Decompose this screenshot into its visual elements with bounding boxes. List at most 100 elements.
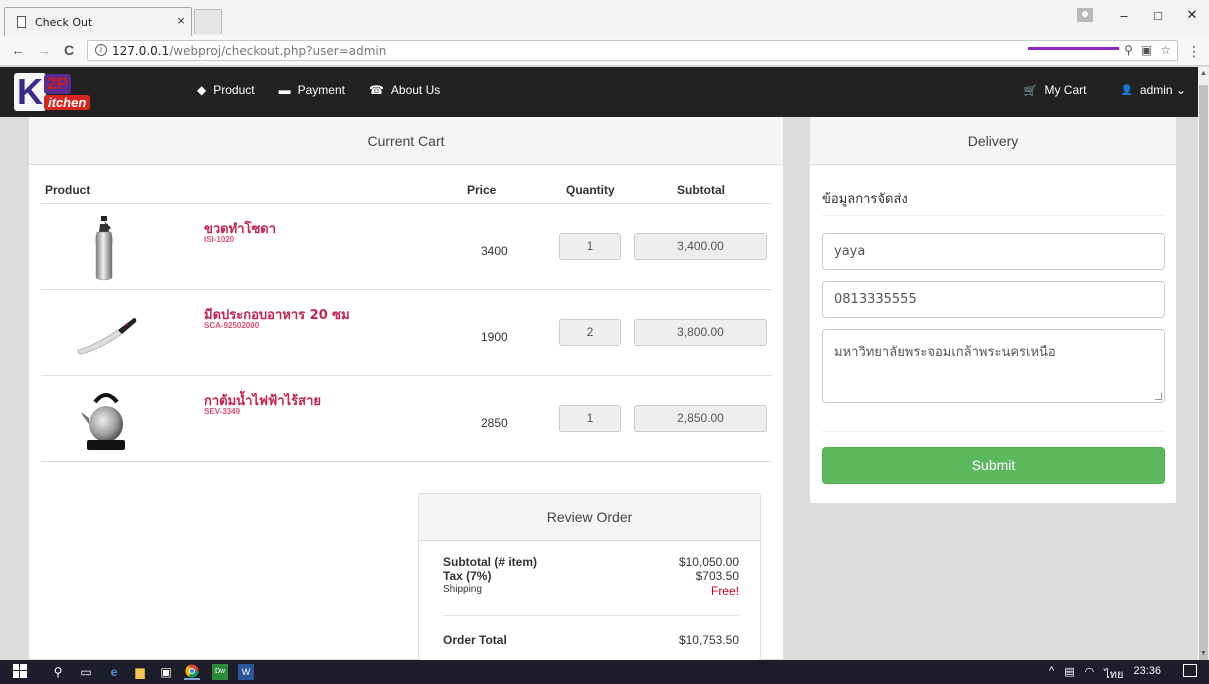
window-controls: – □ ✕ [1077, 0, 1209, 30]
review-subtotal-row: Subtotal (# item) $10,050.00 [443, 555, 739, 569]
tray-up-icon[interactable]: ^ [1049, 665, 1054, 683]
quantity-input[interactable]: 2 [559, 319, 621, 346]
delivery-info-heading: ข้อมูลการจัดส่ง [822, 192, 908, 207]
new-tab-button[interactable] [194, 9, 222, 34]
tag-icon: ◆ [197, 83, 207, 97]
wifi-icon[interactable]: ◠ [1085, 665, 1095, 683]
notifications-icon[interactable] [1183, 664, 1197, 677]
product-price: 1900 [481, 330, 508, 344]
close-tab-icon[interactable]: × [177, 13, 185, 28]
browser-menu-icon[interactable]: ⋮ [1187, 43, 1201, 60]
nav-link-label: My Cart [1044, 83, 1087, 97]
windows-start-icon[interactable] [12, 664, 28, 680]
chrome-icon[interactable] [184, 664, 200, 680]
subtotal-field: 3,800.00 [634, 319, 767, 346]
electric-kettle-image [81, 393, 125, 450]
nav-link-my-cart[interactable]: 🛒 My Cart [1024, 83, 1087, 97]
submit-button[interactable]: Submit [822, 447, 1165, 484]
nav-link-product[interactable]: ◆ Product [197, 83, 255, 97]
close-window-button[interactable]: ✕ [1175, 7, 1209, 23]
page-scrollbar[interactable]: ▲ ▼ [1198, 67, 1209, 660]
edge-browser-icon[interactable]: e [106, 664, 122, 680]
kitchen-knife-image [77, 318, 137, 355]
nav-link-label: Payment [297, 83, 345, 97]
back-arrow-icon[interactable]: ← [11, 42, 25, 58]
address-textarea[interactable]: มหาวิทยาลัยพระจอมเกล้าพระนครเหนือ [822, 329, 1165, 403]
product-price: 2850 [481, 416, 508, 430]
nav-right: 🛒 My Cart 👤 admin ⌄ [1024, 83, 1186, 97]
maximize-button[interactable]: □ [1141, 8, 1175, 23]
review-subtotal-label: Subtotal (# item) [443, 555, 538, 569]
user-icon: 👤 [1120, 84, 1133, 96]
nav-link-about-us[interactable]: ☎ About Us [369, 83, 440, 97]
scroll-thumb[interactable] [1199, 85, 1208, 660]
quantity-input[interactable]: 1 [559, 233, 621, 260]
forward-arrow-icon[interactable]: → [37, 42, 51, 58]
scroll-up-icon[interactable]: ▲ [1200, 70, 1207, 77]
page-icon [17, 16, 26, 28]
clock[interactable]: 23:36 [1133, 665, 1161, 683]
review-subtotal-value: $10,050.00 [678, 555, 739, 569]
review-order-panel: Review Order Subtotal (# item) $10,050.0… [418, 493, 761, 660]
word-icon[interactable]: W [238, 664, 254, 680]
review-tax-label: Tax (7%) [443, 569, 492, 583]
column-header-quantity: Quantity [566, 183, 615, 197]
review-tax-row: Tax (7%) $703.50 [443, 569, 739, 583]
table-row: กาต้มน้ำไฟฟ้าไร้สาย SEV-3349 2850 1 2,85… [41, 376, 772, 462]
system-tray: ^ ▤ ◠ ไทย 23:36 [1049, 665, 1161, 683]
order-total-value: $10,753.50 [678, 633, 739, 647]
input-language[interactable]: ไทย [1104, 665, 1123, 683]
product-sku: SCA-92502000 [204, 321, 260, 330]
browser-tab[interactable]: Check Out × [4, 7, 192, 36]
review-shipping-row: Shipping Free! [443, 584, 739, 598]
zoom-icon[interactable]: ⚲ [1124, 43, 1133, 57]
task-view-icon[interactable]: ▭ [78, 664, 94, 680]
search-icon[interactable]: ⚲ [50, 664, 66, 680]
product-sku: ISI-1020 [204, 235, 235, 244]
windows-taskbar: ⚲ ▭ e ▆ ▣ Dw W ^ ▤ ◠ ไทย 23:36 [0, 660, 1209, 684]
logo-2p: 2P [44, 74, 71, 94]
nav-link-label: Product [213, 83, 255, 97]
info-icon[interactable]: i [95, 44, 107, 56]
browser-tab-bar: Check Out × – □ ✕ [0, 0, 1209, 36]
user-menu[interactable]: 👤 admin ⌄ [1120, 83, 1186, 97]
main-nav: ◆ Product ▬ Payment ☎ About Us [197, 83, 440, 97]
divider [822, 431, 1164, 432]
nav-link-payment[interactable]: ▬ Payment [279, 83, 345, 97]
url-action-icons: ⚲ ▣ ☆ [1124, 43, 1171, 57]
dreamweaver-icon[interactable]: Dw [212, 664, 228, 680]
scroll-down-icon[interactable]: ▼ [1200, 650, 1207, 657]
order-total-label: Order Total [443, 633, 507, 647]
column-header-subtotal: Subtotal [677, 183, 725, 197]
minimize-button[interactable]: – [1107, 8, 1141, 23]
subtotal-field: 2,850.00 [634, 405, 767, 432]
soda-bottle-image [95, 216, 113, 281]
store-icon[interactable]: ▣ [158, 664, 174, 680]
reload-icon[interactable]: C [64, 42, 74, 58]
network-icon[interactable]: ▤ [1064, 665, 1074, 683]
logo-itchen: itchen [44, 95, 91, 110]
phone-input[interactable]: 0813335555 [822, 281, 1165, 318]
panel-title: Review Order [419, 494, 760, 541]
file-explorer-icon[interactable]: ▆ [132, 664, 148, 680]
bookmark-star-icon[interactable]: ☆ [1160, 43, 1171, 57]
site-logo[interactable]: K 2P itchen [14, 73, 112, 111]
address-bar: ← → C i 127.0.0.1/webproj/checkout.php?u… [0, 36, 1209, 66]
credit-card-icon: ▬ [278, 83, 291, 97]
profile-icon[interactable] [1077, 8, 1093, 22]
address-text: มหาวิทยาลัยพระจอมเกล้าพระนครเหนือ [834, 345, 1056, 360]
url-input[interactable]: i 127.0.0.1/webproj/checkout.php?user=ad… [87, 40, 1178, 61]
column-header-price: Price [467, 183, 497, 197]
quantity-input[interactable]: 1 [559, 405, 621, 432]
review-shipping-label: Shipping [443, 584, 482, 595]
tab-title: Check Out [35, 16, 93, 29]
resize-grip-icon[interactable] [1155, 393, 1162, 400]
subtotal-field: 3,400.00 [634, 233, 767, 260]
recipient-name-input[interactable]: yaya [822, 233, 1165, 270]
logo-k: K [14, 73, 46, 111]
url-text[interactable]: 127.0.0.1/webproj/checkout.php?user=admi… [112, 44, 386, 58]
product-sku: SEV-3349 [204, 407, 241, 416]
divider [822, 215, 1164, 216]
table-row: มีดประกอบอาหาร 20 ซม SCA-92502000 1900 2… [41, 290, 772, 376]
translate-icon[interactable]: ▣ [1141, 43, 1152, 57]
